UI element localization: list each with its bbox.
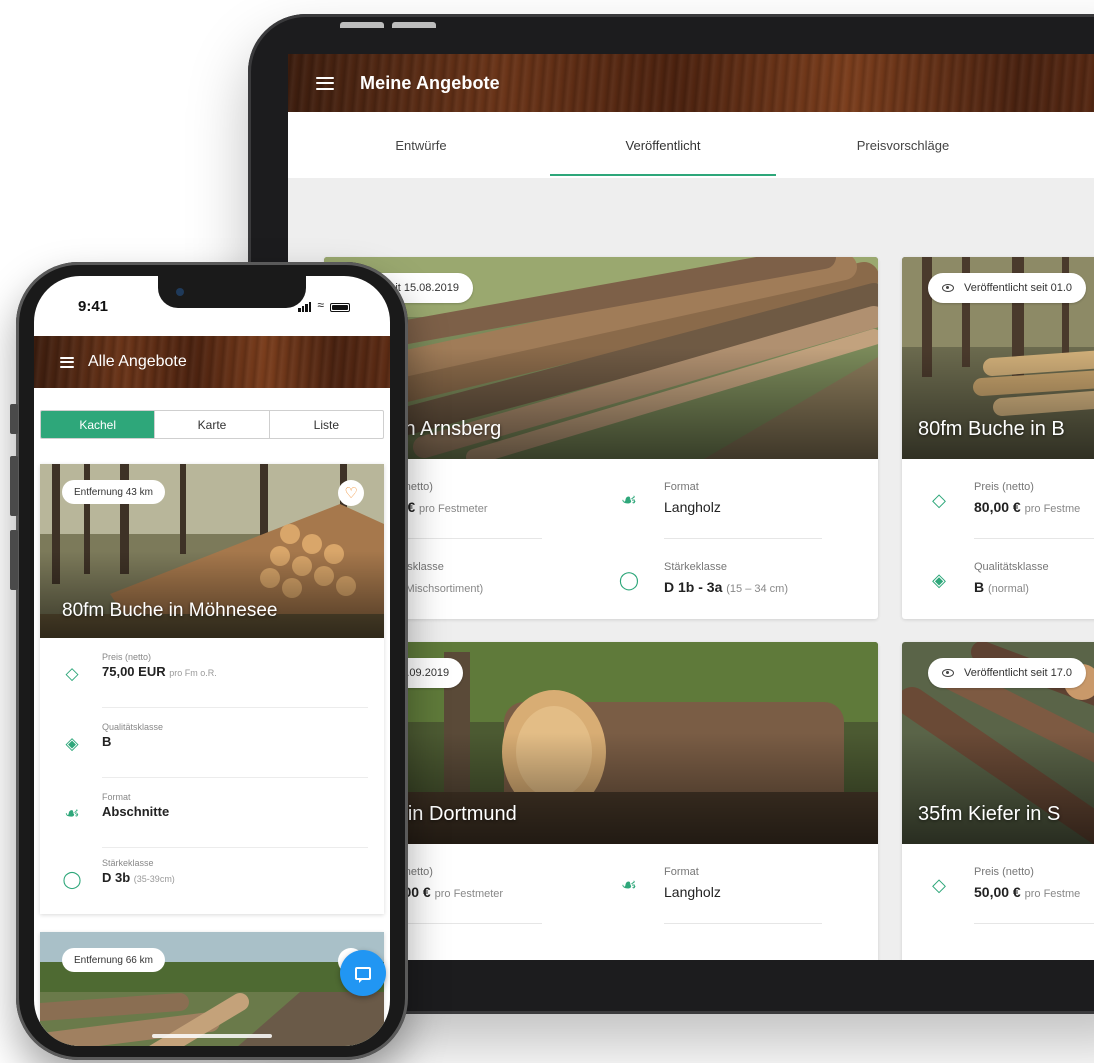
tablet-app-bar: Meine Angebote xyxy=(288,54,1094,112)
thickness-info: ◯ Stärkeklasse D 1b - 3a (15 – 34 cm) xyxy=(592,539,822,619)
format-icon: ☙ xyxy=(64,804,80,823)
format-icon: ☙ xyxy=(620,490,638,510)
format-icon: ☙ xyxy=(620,875,638,895)
format-value: Abschnitte xyxy=(102,804,170,819)
price-info: ◇ Preis (netto) 80,00 € pro Festme xyxy=(902,459,1094,539)
offer-title: 35fm Kiefer in S xyxy=(918,803,1061,825)
offer-photo: Veröffentlicht seit 01.0 80fm Buche in B xyxy=(902,257,1094,459)
published-badge: Veröffentlicht seit 01.0 xyxy=(928,273,1087,303)
view-map-button[interactable]: Karte xyxy=(154,411,268,438)
phone-side-button xyxy=(10,404,18,434)
chat-icon xyxy=(355,966,371,983)
phone-side-button xyxy=(10,530,18,590)
price-value: 75,00 EUR pro Fm o.R. xyxy=(102,664,217,679)
offer-card[interactable]: Veröffentlicht seit 17.0 35fm Kiefer in … xyxy=(902,642,1094,960)
tab-bar: Entwürfe Veröffentlicht Preisvorschläge … xyxy=(288,112,1094,178)
offer-title: 80fm Buche in Möhnesee xyxy=(62,600,278,621)
offer-title: 80fm Buche in B xyxy=(918,418,1065,440)
format-info: ☙ Format Abschnitte xyxy=(40,778,384,848)
offer-photo: Entfernung 43 km ♡ 80fm Buche in Möhnese… xyxy=(40,464,384,638)
format-label: Format xyxy=(664,481,699,493)
price-label: Preis (netto) xyxy=(974,481,1034,493)
offer-details: ◇ Preis (netto) 50,00 € pro Festme xyxy=(902,844,1094,960)
thickness-value: D 1b - 3a (15 – 34 cm) xyxy=(664,579,788,595)
page-title: Alle Angebote xyxy=(88,353,187,370)
status-time: 9:41 xyxy=(78,298,109,315)
quality-label: Qualitätsklasse xyxy=(102,722,164,732)
chat-fab-button[interactable] xyxy=(340,950,386,996)
tab-drafts[interactable]: Entwürfe xyxy=(308,112,534,178)
published-badge: Veröffentlicht seit 17.0 xyxy=(928,658,1087,688)
phone-screen: 9:41 ≈ Alle Angebote Kachel Karte Liste xyxy=(34,276,390,1046)
tablet-hardware-button xyxy=(340,22,384,28)
offer-details: ◇ Preis (netto) 80,00 € pro Festme ◈ Qua… xyxy=(902,459,1094,619)
thickness-info: ◯ Stärkeklasse D 3b (35-39cm) xyxy=(40,844,384,914)
home-indicator xyxy=(152,1034,272,1038)
favorite-outline-icon[interactable]: ♡ xyxy=(338,480,364,506)
wifi-icon: ≈ xyxy=(317,298,324,312)
format-value: Langholz xyxy=(664,499,721,515)
view-tiles-button[interactable]: Kachel xyxy=(41,411,155,438)
price-value: 50,00 € pro Festme xyxy=(974,884,1081,900)
offers-grid: A xyxy=(288,178,1094,960)
quality-value: B xyxy=(102,734,112,749)
camera-icon xyxy=(176,288,184,296)
view-switcher: Kachel Karte Liste xyxy=(40,410,384,439)
tab-published[interactable]: Veröffentlicht xyxy=(550,112,776,178)
offer-card[interactable]: Entfernung 66 km ♥ xyxy=(40,932,384,1046)
price-value: 80,00 € pro Festme xyxy=(974,499,1081,515)
quality-value: B (normal) xyxy=(974,579,1029,595)
tablet-hardware-button xyxy=(392,22,436,28)
format-value: Langholz xyxy=(664,884,721,900)
phone-notch xyxy=(158,276,306,308)
published-badge-text: Veröffentlicht seit 17.0 xyxy=(964,667,1073,679)
price-tag-icon: ◇ xyxy=(932,875,946,895)
format-label: Format xyxy=(664,866,699,878)
offer-card[interactable]: Veröffentlicht seit 01.0 80fm Buche in B… xyxy=(902,257,1094,619)
phone-device: 9:41 ≈ Alle Angebote Kachel Karte Liste xyxy=(10,262,408,1060)
signal-icon xyxy=(298,302,312,312)
quality-diamond-icon: ◈ xyxy=(65,734,79,753)
offer-card[interactable]: Entfernung 43 km ♡ 80fm Buche in Möhnese… xyxy=(40,464,384,914)
format-label: Format xyxy=(102,792,131,802)
menu-icon[interactable] xyxy=(316,76,334,90)
thickness-label: Stärkeklasse xyxy=(664,561,727,573)
thickness-label: Stärkeklasse xyxy=(102,858,154,868)
thickness-value: D 3b (35-39cm) xyxy=(102,870,175,885)
tablet-screen: Meine Angebote Entwürfe Veröffentlicht P… xyxy=(288,54,1094,960)
phone-side-button xyxy=(10,456,18,516)
published-badge-text: Veröffentlicht seit 01.0 xyxy=(964,282,1073,294)
tab-more[interactable]: V xyxy=(1028,112,1094,178)
quality-diamond-icon: ◈ xyxy=(932,570,946,590)
price-label: Preis (netto) xyxy=(102,652,152,662)
distance-badge: Entfernung 43 km xyxy=(62,480,165,504)
price-tag-icon: ◇ xyxy=(932,490,946,510)
view-list-button[interactable]: Liste xyxy=(268,411,383,438)
menu-icon[interactable] xyxy=(60,356,74,368)
price-label: Preis (netto) xyxy=(974,866,1034,878)
quality-info: ◈ Qualitätsklasse B (normal) xyxy=(902,539,1094,619)
eye-icon xyxy=(942,669,954,677)
quality-info: ◈ Qualitätsklasse B xyxy=(40,708,384,778)
format-info: ☙ Format Langholz xyxy=(592,459,822,539)
tab-price-proposals[interactable]: Preisvorschläge xyxy=(790,112,1016,178)
offer-details: ◇ Preis (netto) 75,00 EUR pro Fm o.R. ◈ … xyxy=(40,638,384,914)
ruler-icon: ◯ xyxy=(62,870,82,889)
price-info: ◇ Preis (netto) 50,00 € pro Festme xyxy=(902,844,1094,924)
status-indicators: ≈ xyxy=(298,298,350,312)
price-tag-icon: ◇ xyxy=(65,664,79,683)
phone-app-bar: Alle Angebote xyxy=(34,336,390,388)
page-title: Meine Angebote xyxy=(360,72,500,93)
offer-photo: Veröffentlicht seit 17.0 35fm Kiefer in … xyxy=(902,642,1094,844)
distance-badge: Entfernung 66 km xyxy=(62,948,165,972)
battery-icon xyxy=(330,303,350,312)
format-info: ☙ Format Langholz xyxy=(592,844,822,924)
eye-icon xyxy=(942,284,954,292)
quality-label: Qualitätsklasse xyxy=(974,561,1049,573)
offer-photo: Entfernung 66 km ♥ xyxy=(40,932,384,1046)
ruler-icon: ◯ xyxy=(618,570,640,590)
price-info: ◇ Preis (netto) 75,00 EUR pro Fm o.R. xyxy=(40,638,384,708)
